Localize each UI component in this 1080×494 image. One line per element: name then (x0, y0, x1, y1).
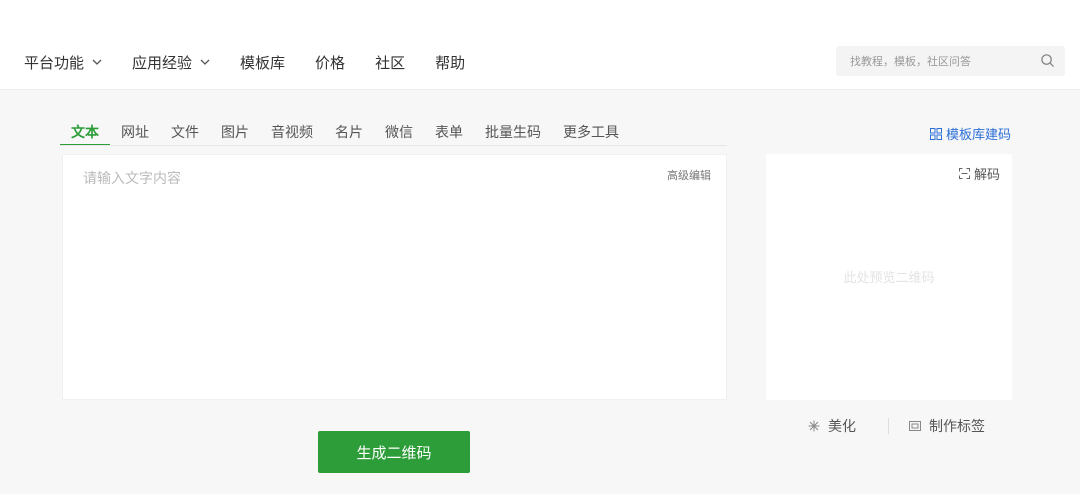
qr-preview-panel: 解码 此处预览二维码 (766, 154, 1012, 400)
search-box (836, 46, 1065, 76)
text-content-input[interactable] (63, 155, 726, 399)
label-icon (909, 421, 921, 431)
tab-batch-generate[interactable]: 批量生码 (474, 120, 552, 146)
nav-item-pricing[interactable]: 价格 (315, 52, 345, 73)
template-create-label: 模板库建码 (946, 128, 1012, 143)
tab-image[interactable]: 图片 (210, 120, 260, 146)
grid-icon (930, 127, 942, 140)
make-label-button[interactable]: 制作标签 (909, 416, 985, 436)
search-icon[interactable] (1040, 53, 1055, 68)
main-nav: 平台功能 应用经验 模板库 价格 社区 帮助 (24, 52, 495, 72)
nav-item-label: 帮助 (435, 53, 466, 72)
decode-button[interactable]: 解码 (958, 164, 1000, 183)
actions-divider (888, 418, 889, 434)
nav-item-label: 价格 (315, 53, 346, 72)
beautify-button[interactable]: 美化 (808, 416, 856, 436)
nav-item-label: 平台功能 (24, 53, 85, 72)
nav-item-label: 社区 (375, 53, 406, 72)
nav-item-app-experience[interactable]: 应用经验 (132, 52, 210, 73)
preview-placeholder-text: 此处预览二维码 (843, 271, 935, 286)
make-label-label: 制作标签 (929, 419, 985, 435)
tab-url[interactable]: 网址 (110, 120, 160, 146)
top-navigation-bar: 平台功能 应用经验 模板库 价格 社区 帮助 (0, 0, 1080, 90)
search-input[interactable] (850, 54, 1030, 68)
nav-item-label: 应用经验 (132, 53, 193, 72)
tab-wechat[interactable]: 微信 (374, 120, 424, 146)
tab-text[interactable]: 文本 (60, 120, 110, 146)
sparkle-icon (808, 420, 820, 432)
tab-form[interactable]: 表单 (424, 120, 474, 146)
tabs-divider (60, 145, 727, 146)
nav-item-template-library[interactable]: 模板库 (240, 52, 285, 73)
tab-file[interactable]: 文件 (160, 120, 210, 146)
scan-icon (958, 168, 970, 179)
tab-business-card[interactable]: 名片 (324, 120, 374, 146)
text-editor-panel: 高级编辑 (62, 154, 727, 400)
nav-item-label: 模板库 (240, 53, 286, 72)
chevron-down-icon (200, 59, 210, 65)
nav-item-help[interactable]: 帮助 (435, 52, 465, 73)
qr-type-tabs: 文本 网址 文件 图片 音视频 名片 微信 表单 批量生码 更多工具 (60, 120, 630, 146)
decode-label: 解码 (973, 168, 1000, 183)
template-create-link[interactable]: 模板库建码 (930, 124, 1011, 143)
advanced-edit-link[interactable]: 高级编辑 (667, 167, 711, 183)
tab-more-tools[interactable]: 更多工具 (552, 120, 630, 146)
generate-qr-button[interactable]: 生成二维码 (318, 431, 470, 473)
preview-actions: 美化 制作标签 (808, 416, 985, 436)
beautify-label: 美化 (828, 419, 856, 435)
tab-audio-video[interactable]: 音视频 (260, 120, 324, 146)
nav-item-platform-features[interactable]: 平台功能 (24, 52, 102, 73)
nav-item-community[interactable]: 社区 (375, 52, 405, 73)
chevron-down-icon (92, 59, 102, 65)
